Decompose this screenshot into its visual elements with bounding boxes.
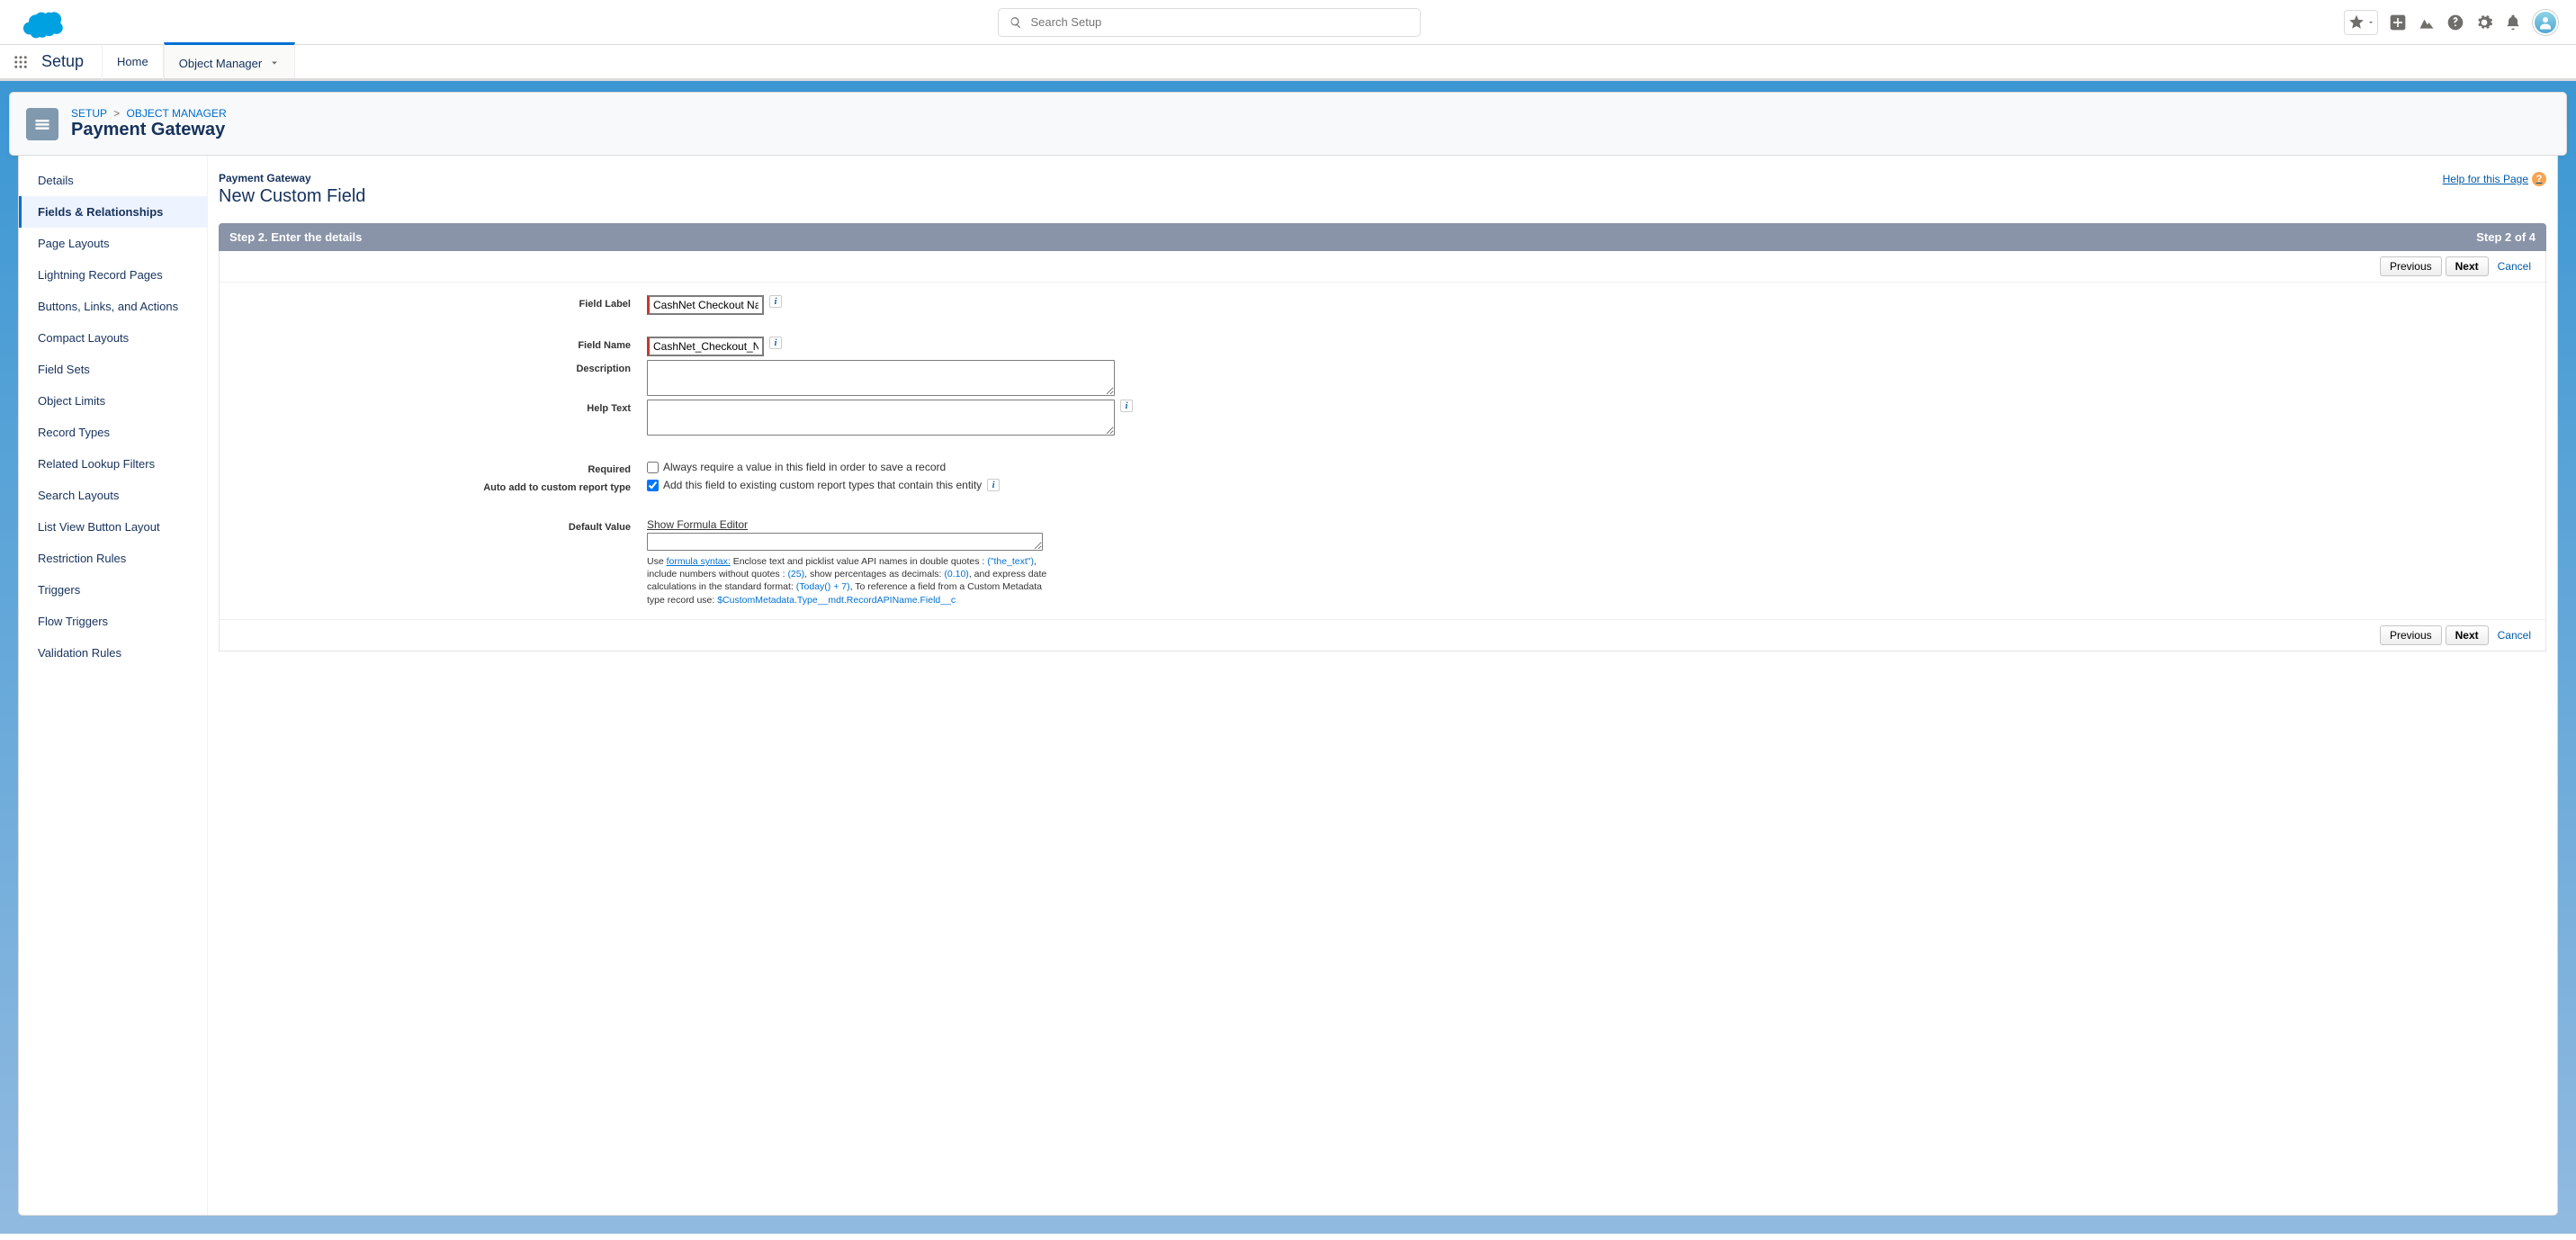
main-shell: Details Fields & Relationships Page Layo… [18, 156, 2558, 1216]
sidebar-item-details[interactable]: Details [19, 165, 207, 196]
description-input[interactable] [647, 360, 1115, 396]
previous-button[interactable]: Previous [2380, 256, 2442, 276]
description-label: Description [220, 360, 647, 396]
cancel-button[interactable]: Cancel [2492, 256, 2536, 276]
sidebar-item-validation-rules[interactable]: Validation Rules [19, 637, 207, 669]
show-formula-link[interactable]: Show Formula Editor [647, 518, 2545, 531]
search-icon [1010, 16, 1022, 29]
form-panel: Previous Next Cancel Field Label i [219, 251, 2546, 651]
gear-icon[interactable] [2475, 13, 2493, 31]
tab-label: Object Manager [179, 57, 263, 70]
avatar[interactable] [2533, 10, 2558, 35]
chevron-down-icon[interactable] [269, 58, 280, 68]
sidebar-item-search-layouts[interactable]: Search Layouts [19, 480, 207, 511]
previous-button[interactable]: Previous [2380, 625, 2442, 645]
field-label-label: Field Label [220, 295, 647, 315]
favorite-button[interactable] [2344, 10, 2378, 35]
sidebar-item-record-types[interactable]: Record Types [19, 417, 207, 448]
app-nav: Setup Home Object Manager [0, 45, 2576, 81]
info-icon[interactable]: i [769, 295, 782, 308]
breadcrumb-setup[interactable]: SETUP [71, 107, 107, 120]
help-text-input[interactable] [647, 400, 1115, 436]
sidebar-item-flow-triggers[interactable]: Flow Triggers [19, 606, 207, 637]
help-link[interactable]: Help for this Page ? [2443, 172, 2546, 186]
button-row-top: Previous Next Cancel [220, 251, 2545, 282]
page-header-band: SETUP > OBJECT MANAGER Payment Gateway D… [0, 81, 2576, 1234]
field-name-input[interactable] [647, 337, 764, 356]
chevron-down-icon [2367, 19, 2374, 26]
help-circle-icon: ? [2532, 172, 2546, 186]
object-subheading: Payment Gateway [219, 172, 365, 184]
content-heading: New Custom Field [219, 186, 365, 207]
object-icon [26, 108, 58, 140]
formula-syntax-link[interactable]: formula syntax: [667, 556, 731, 567]
info-icon[interactable]: i [769, 337, 782, 349]
add-icon[interactable] [2389, 13, 2407, 31]
tab-home[interactable]: Home [102, 44, 164, 80]
app-name: Setup [41, 52, 84, 71]
help-link-text: Help for this Page [2443, 173, 2528, 185]
auto-add-label: Auto add to custom report type [220, 479, 647, 493]
info-icon[interactable]: i [987, 479, 1000, 491]
field-name-label: Field Name [220, 337, 647, 356]
page-header: SETUP > OBJECT MANAGER Payment Gateway [9, 92, 2567, 156]
field-label-input[interactable] [647, 295, 764, 315]
sidebar-item-object-limits[interactable]: Object Limits [19, 385, 207, 417]
sidebar-item-restriction-rules[interactable]: Restriction Rules [19, 543, 207, 574]
sidebar-item-page-layouts[interactable]: Page Layouts [19, 228, 207, 259]
trailhead-icon[interactable] [2418, 13, 2436, 31]
required-checkbox[interactable] [647, 462, 659, 473]
next-button[interactable]: Next [2446, 256, 2489, 276]
sidebar-item-fields[interactable]: Fields & Relationships [19, 196, 207, 228]
default-value-input[interactable] [647, 533, 1043, 551]
default-value-label: Default Value [220, 518, 647, 607]
button-row-bottom: Previous Next Cancel [220, 620, 2545, 651]
next-button[interactable]: Next [2446, 625, 2489, 645]
help-icon[interactable] [2446, 13, 2464, 31]
tab-object-manager[interactable]: Object Manager [164, 42, 296, 78]
page-title: Payment Gateway [71, 120, 227, 140]
content-area: Payment Gateway New Custom Field Help fo… [208, 156, 2557, 1215]
breadcrumb: SETUP > OBJECT MANAGER [71, 107, 227, 120]
step-count: Step 2 of 4 [2476, 230, 2536, 244]
required-label: Required [220, 461, 647, 475]
global-search[interactable] [998, 8, 1421, 37]
step-header: Step 2. Enter the details Step 2 of 4 [219, 223, 2546, 251]
sidebar-item-buttons-links[interactable]: Buttons, Links, and Actions [19, 291, 207, 322]
sidebar-item-related-lookup[interactable]: Related Lookup Filters [19, 448, 207, 480]
object-sidebar: Details Fields & Relationships Page Layo… [19, 156, 208, 1215]
global-header [0, 0, 2576, 45]
required-text: Always require a value in this field in … [663, 461, 946, 473]
step-title: Step 2. Enter the details [229, 230, 362, 244]
app-launcher[interactable] [0, 54, 41, 70]
cancel-button[interactable]: Cancel [2492, 625, 2536, 645]
sidebar-item-lightning-pages[interactable]: Lightning Record Pages [19, 259, 207, 291]
sidebar-item-triggers[interactable]: Triggers [19, 574, 207, 606]
auto-add-text: Add this field to existing custom report… [663, 479, 982, 491]
breadcrumb-object-manager[interactable]: OBJECT MANAGER [127, 107, 227, 120]
app-launcher-icon [13, 54, 29, 70]
user-icon [2537, 14, 2554, 31]
formula-hint: Use formula syntax: Enclose text and pic… [647, 555, 1052, 607]
info-icon[interactable]: i [1120, 400, 1133, 412]
auto-add-checkbox[interactable] [647, 480, 659, 491]
search-input[interactable] [1031, 15, 1409, 29]
salesforce-logo [18, 6, 65, 39]
sidebar-item-field-sets[interactable]: Field Sets [19, 354, 207, 385]
star-icon [2347, 13, 2365, 31]
help-text-label: Help Text [220, 400, 647, 436]
sidebar-item-compact-layouts[interactable]: Compact Layouts [19, 322, 207, 354]
bell-icon[interactable] [2504, 13, 2522, 31]
sidebar-item-list-view-button[interactable]: List View Button Layout [19, 511, 207, 543]
